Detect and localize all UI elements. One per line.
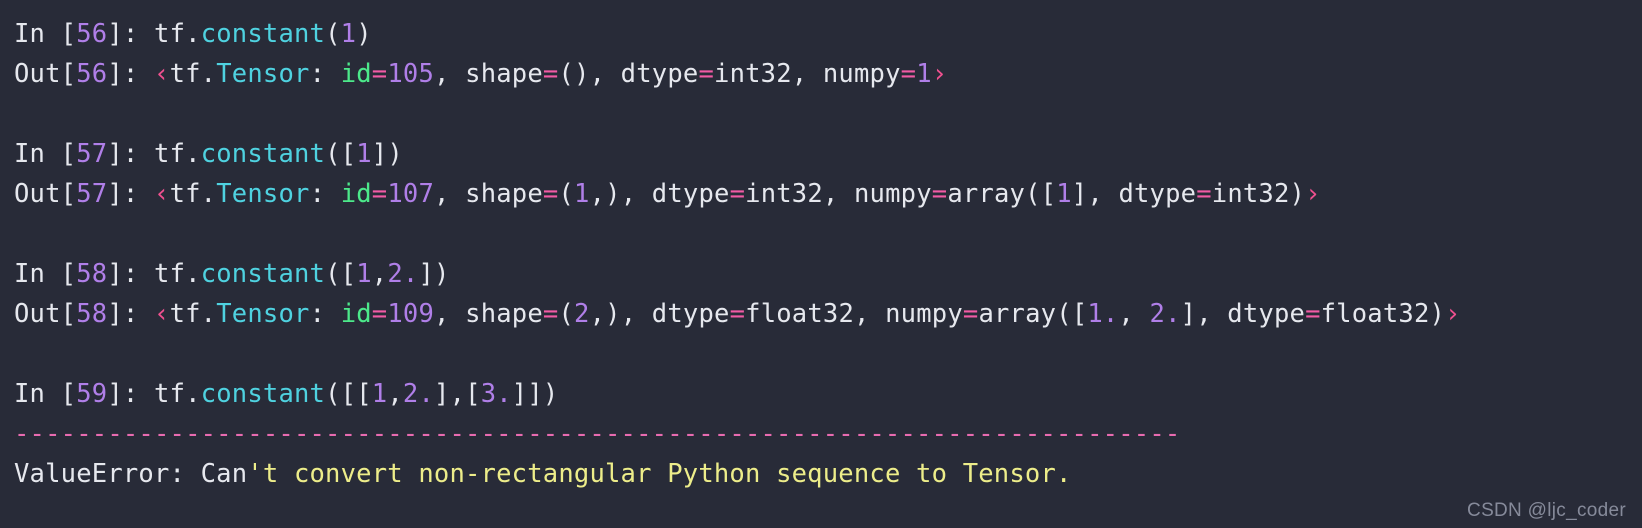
terminal-screenshot: In [56]: tf.constant(1) Out[56]: ‹tf.Tens… (0, 0, 1642, 528)
input-cell-56[interactable]: In [56]: tf.constant(1) (14, 14, 1642, 54)
input-cell-57[interactable]: In [57]: tf.constant([1]) (14, 134, 1642, 174)
output-cell-57: Out[57]: ‹tf.Tensor: id=107, shape=(1,),… (14, 179, 1321, 209)
ipython-console-output[interactable]: In [56]: tf.constant(1) Out[56]: ‹tf.Tens… (14, 14, 1642, 494)
error-line: ValueError: Can't convert non-rectangula… (14, 459, 1072, 489)
input-cell-58[interactable]: In [58]: tf.constant([1,2.]) (14, 254, 1642, 294)
csdn-watermark: CSDN @ljc_coder (1467, 500, 1626, 521)
output-cell-58: Out[58]: ‹tf.Tensor: id=109, shape=(2,),… (14, 299, 1461, 329)
traceback-divider: ----------------------------------------… (14, 419, 1181, 449)
output-cell-56: Out[56]: ‹tf.Tensor: id=105, shape=(), d… (14, 59, 948, 89)
input-cell-59[interactable]: In [59]: tf.constant([[1,2.],[3.]]) (14, 374, 1642, 414)
